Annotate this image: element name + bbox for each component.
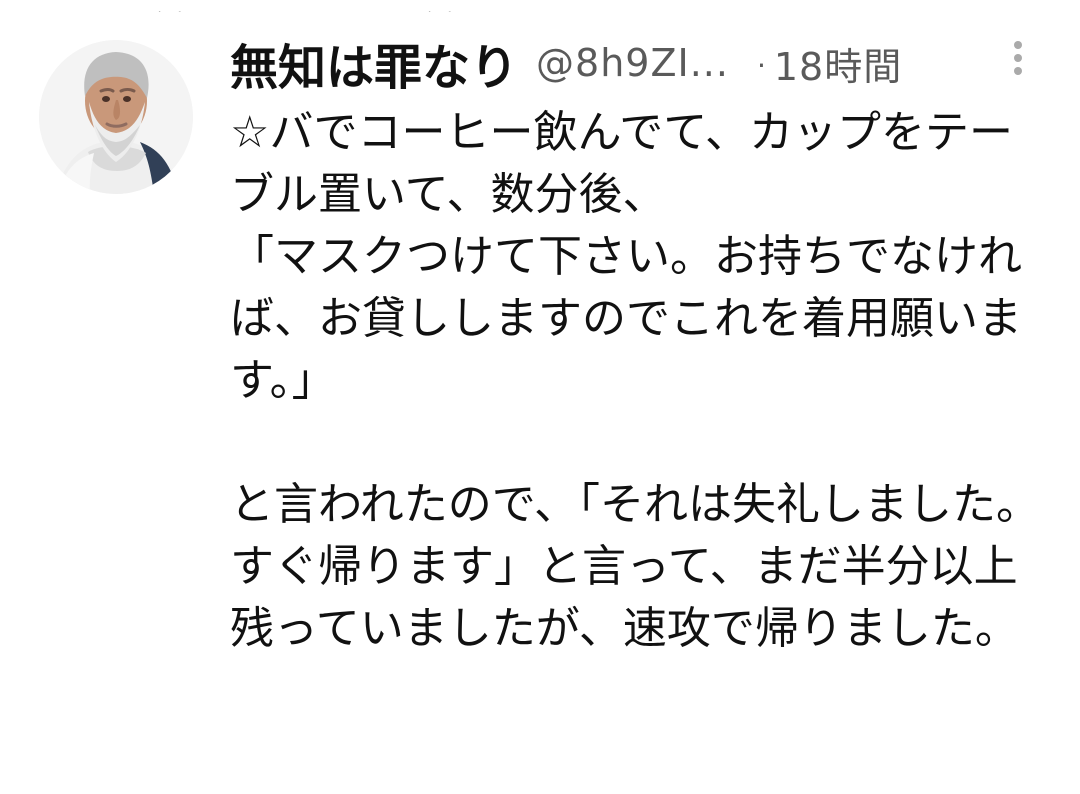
more-options-button[interactable] bbox=[1001, 36, 1035, 80]
tweet-timestamp[interactable]: 18時間 bbox=[774, 36, 902, 91]
more-vertical-icon-dot-2 bbox=[1014, 54, 1022, 62]
user-handle[interactable]: @8h9ZI... bbox=[536, 41, 729, 85]
meta-separator: · bbox=[756, 48, 766, 82]
more-vertical-icon bbox=[1014, 41, 1022, 49]
avatar[interactable] bbox=[39, 40, 193, 194]
tweet-header: 無知は罪なり @8h9ZI... · 18時間 bbox=[230, 28, 1050, 98]
tweet-text: ☆バでコーヒー飲んでて、カップをテーブル置いて、数分後、 「マスクつけて下さい。… bbox=[230, 107, 1041, 654]
more-vertical-icon-dot-3 bbox=[1014, 67, 1022, 75]
display-name[interactable]: 無知は罪なり bbox=[230, 28, 518, 98]
tweet-card[interactable]: 無知は罪なり @8h9ZI... · 18時間 ☆バでコーヒー飲んでて、カップを… bbox=[0, 0, 1080, 794]
avatar-image bbox=[39, 40, 193, 194]
